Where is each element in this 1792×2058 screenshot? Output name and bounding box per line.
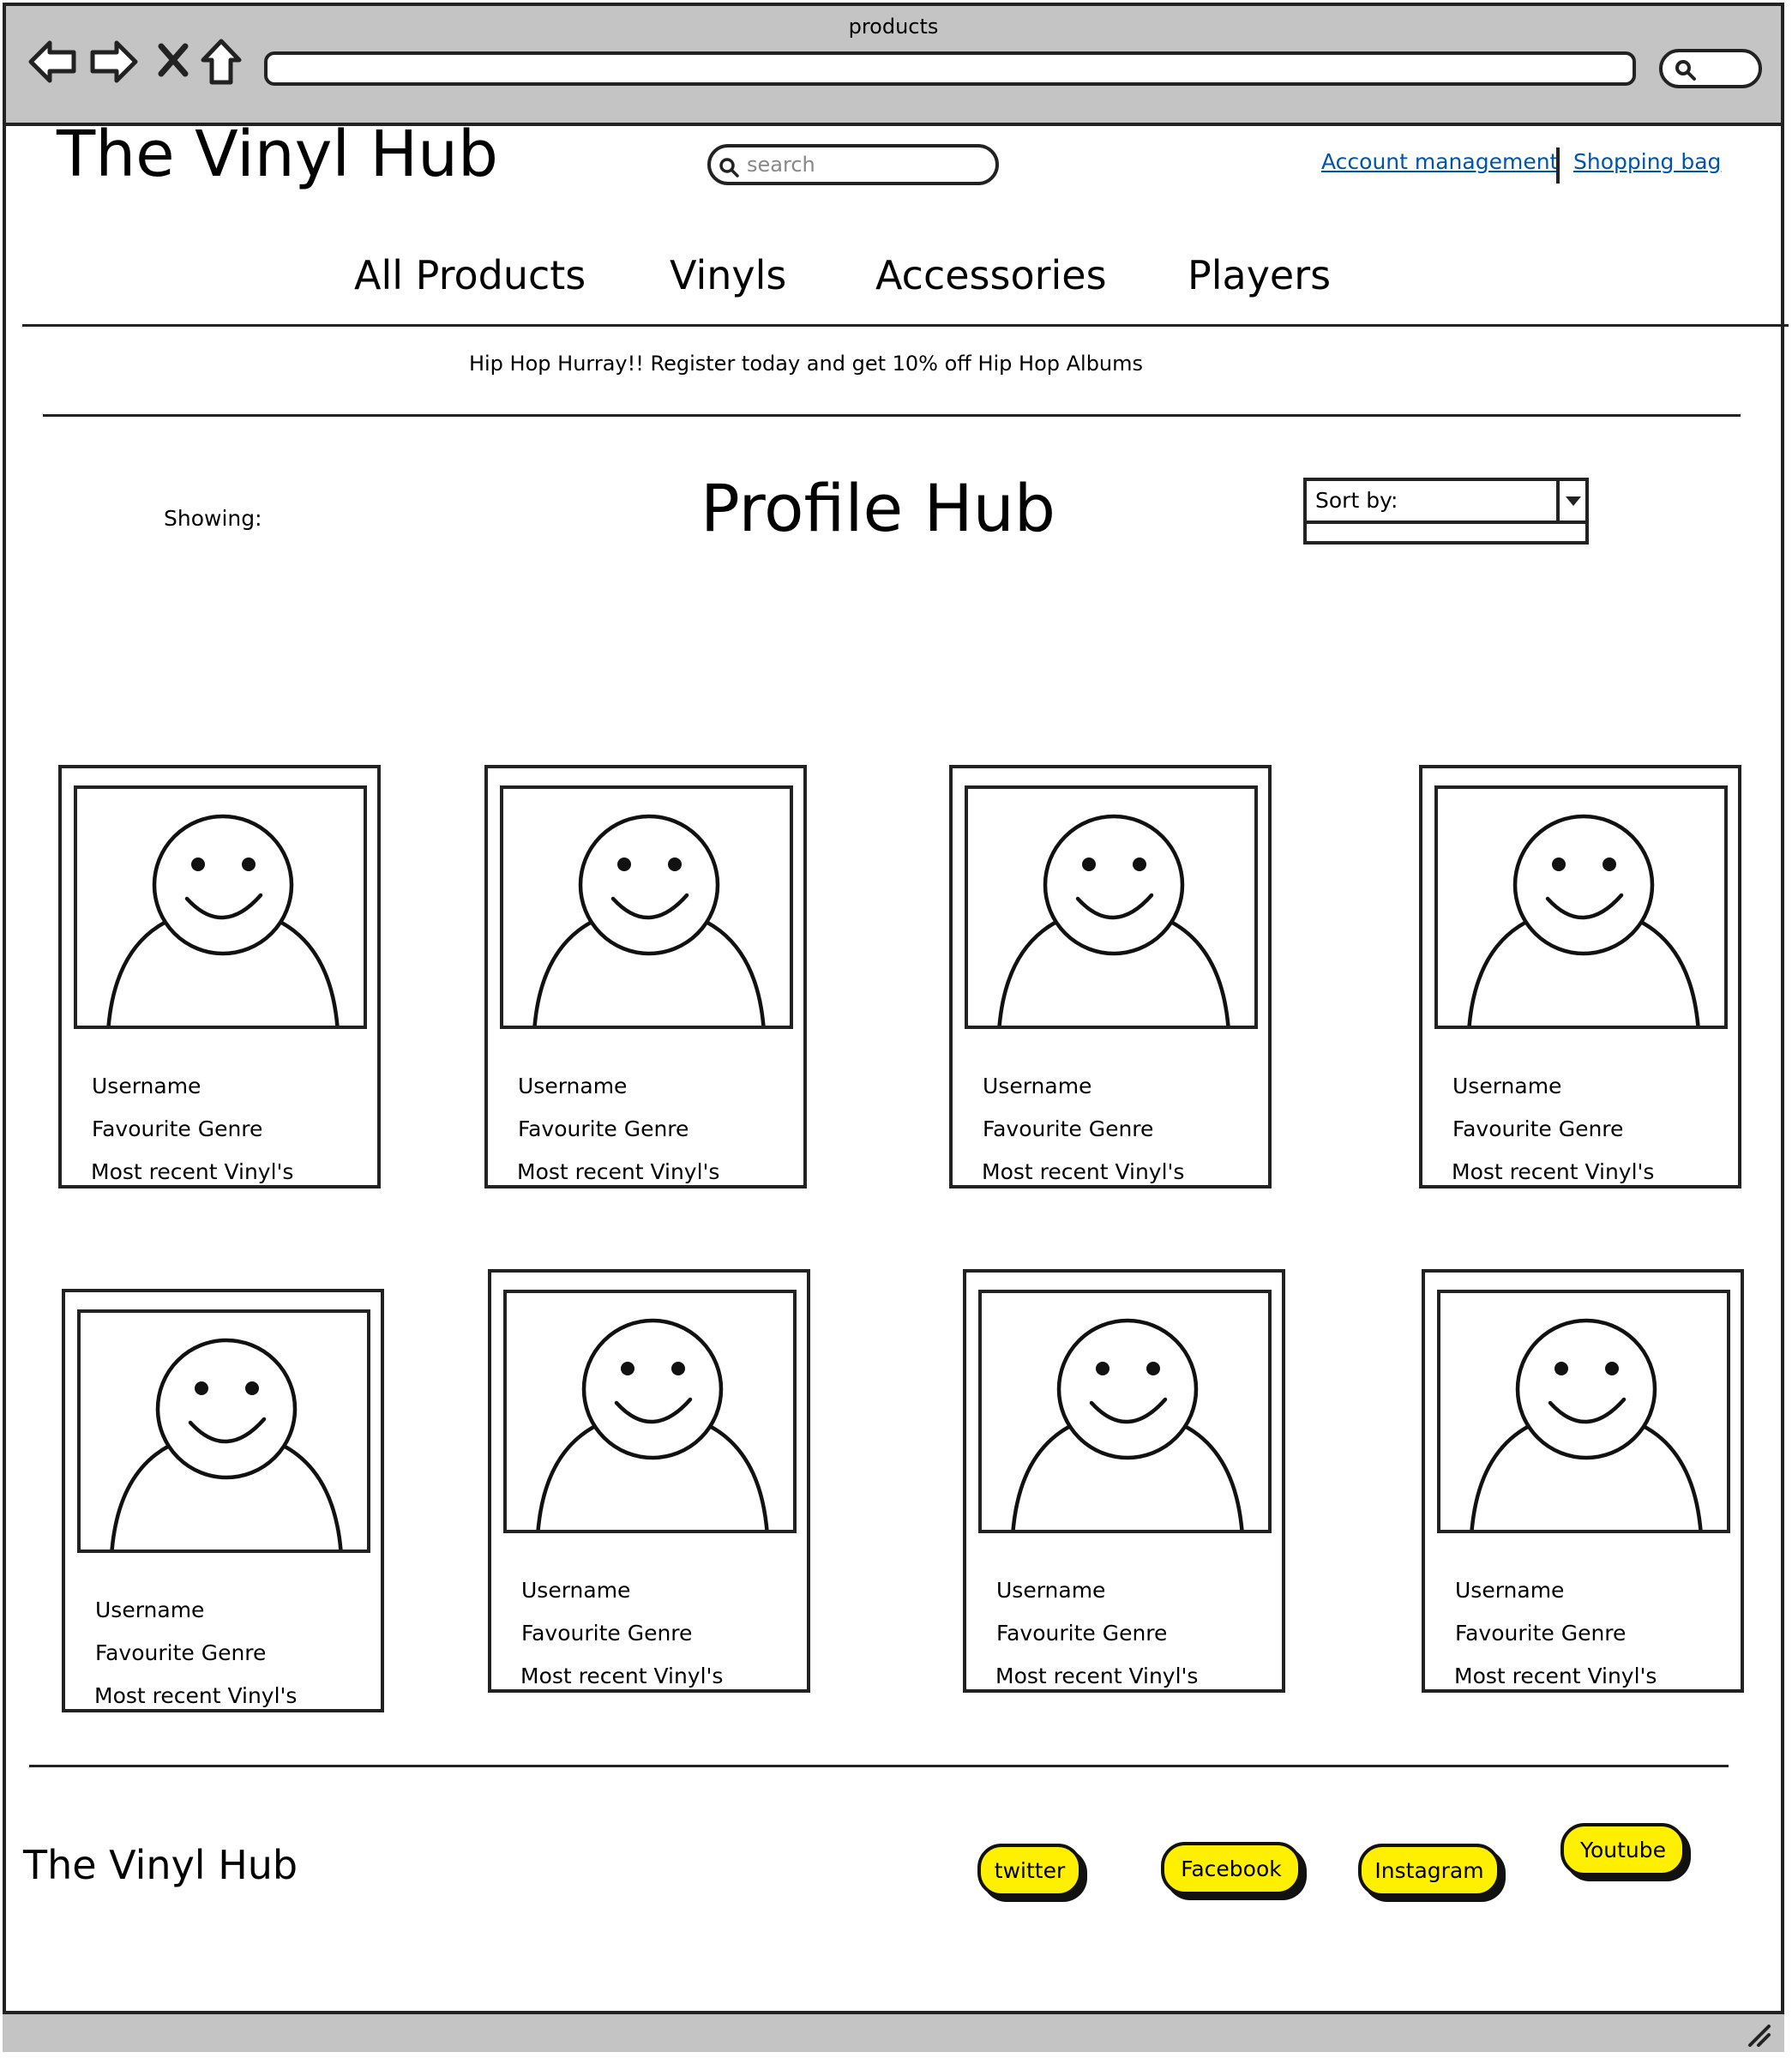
sort-select[interactable]: Sort by:: [1307, 481, 1585, 524]
home-icon[interactable]: [200, 38, 243, 89]
profile-genre: Favourite Genre: [518, 1116, 689, 1141]
footer-logo[interactable]: The Vinyl Hub: [23, 1842, 298, 1888]
search-input[interactable]: search: [707, 144, 999, 185]
nav-accessories[interactable]: Accessories: [875, 252, 1107, 298]
profile-recent-vinyls: Most recent Vinyl's: [91, 1159, 294, 1184]
avatar-placeholder: [1434, 785, 1728, 1029]
close-x-icon[interactable]: [158, 43, 189, 81]
profile-card[interactable]: Username Favourite Genre Most recent Vin…: [1422, 1269, 1744, 1693]
profile-genre: Favourite Genre: [95, 1640, 267, 1665]
user-avatar-icon: [536, 1318, 769, 1530]
avatar-placeholder: [500, 785, 793, 1029]
avatar-placeholder: [77, 1309, 370, 1553]
profile-username: Username: [983, 1074, 1092, 1098]
shopping-bag-link[interactable]: Shopping bag: [1573, 149, 1721, 174]
avatar-placeholder: [503, 1290, 797, 1533]
link-divider: [1556, 147, 1560, 184]
profile-username: Username: [95, 1598, 205, 1622]
sort-dropdown[interactable]: Sort by:: [1303, 478, 1589, 545]
resize-grip-icon[interactable]: [1747, 2023, 1772, 2047]
avatar-placeholder: [965, 785, 1258, 1029]
twitter-button[interactable]: twitter: [977, 1844, 1082, 1897]
profile-username: Username: [521, 1578, 631, 1603]
profile-genre: Favourite Genre: [521, 1621, 693, 1646]
back-arrow-icon[interactable]: [27, 38, 77, 89]
window-title: products: [848, 15, 939, 39]
user-avatar-icon: [1467, 814, 1700, 1026]
nav-players[interactable]: Players: [1188, 252, 1331, 298]
profile-username: Username: [996, 1578, 1106, 1603]
profile-genre: Favourite Genre: [92, 1116, 263, 1141]
account-management-link[interactable]: Account management: [1321, 149, 1558, 174]
profile-genre: Favourite Genre: [996, 1621, 1168, 1646]
profile-username: Username: [92, 1074, 201, 1098]
user-avatar-icon: [1470, 1318, 1703, 1530]
facebook-button[interactable]: Facebook: [1161, 1842, 1302, 1895]
profile-username: Username: [1452, 1074, 1562, 1098]
avatar-placeholder: [1437, 1290, 1730, 1533]
browser-search-button[interactable]: [1659, 49, 1762, 88]
user-avatar-icon: [997, 814, 1230, 1026]
promo-banner[interactable]: Hip Hop Hurray!! Register today and get …: [0, 352, 1612, 376]
site-logo[interactable]: The Vinyl Hub: [57, 119, 498, 190]
nav-all-products[interactable]: All Products: [354, 252, 586, 298]
profile-genre: Favourite Genre: [1452, 1116, 1624, 1141]
profile-genre: Favourite Genre: [983, 1116, 1154, 1141]
profile-recent-vinyls: Most recent Vinyl's: [517, 1159, 720, 1184]
profile-recent-vinyls: Most recent Vinyl's: [520, 1664, 724, 1688]
search-icon: [1675, 60, 1696, 81]
youtube-button[interactable]: Youtube: [1560, 1823, 1686, 1876]
chevron-down-icon[interactable]: [1556, 481, 1585, 521]
footer-divider: [29, 1765, 1729, 1767]
address-bar[interactable]: [264, 51, 1636, 86]
profile-username: Username: [518, 1074, 628, 1098]
avatar-placeholder: [978, 1290, 1272, 1533]
profile-card[interactable]: Username Favourite Genre Most recent Vin…: [488, 1269, 810, 1693]
profile-card[interactable]: Username Favourite Genre Most recent Vin…: [1419, 765, 1741, 1188]
user-avatar-icon: [532, 814, 766, 1026]
profile-card[interactable]: Username Favourite Genre Most recent Vin…: [963, 1269, 1285, 1693]
avatar-placeholder: [74, 785, 367, 1029]
profile-card[interactable]: Username Favourite Genre Most recent Vin…: [484, 765, 807, 1188]
status-bar: [3, 2011, 1784, 2052]
user-avatar-icon: [1011, 1318, 1244, 1530]
profile-genre: Favourite Genre: [1455, 1621, 1627, 1646]
forward-arrow-icon[interactable]: [89, 38, 139, 89]
nav-vinyls[interactable]: Vinyls: [670, 252, 786, 298]
profile-recent-vinyls: Most recent Vinyl's: [94, 1683, 298, 1708]
profile-recent-vinyls: Most recent Vinyl's: [982, 1159, 1185, 1184]
profile-card[interactable]: Username Favourite Genre Most recent Vin…: [949, 765, 1272, 1188]
profile-username: Username: [1455, 1578, 1565, 1603]
profile-card[interactable]: Username Favourite Genre Most recent Vin…: [58, 765, 381, 1188]
user-avatar-icon: [106, 814, 340, 1026]
profile-recent-vinyls: Most recent Vinyl's: [1454, 1664, 1657, 1688]
profile-recent-vinyls: Most recent Vinyl's: [1452, 1159, 1655, 1184]
user-avatar-icon: [110, 1338, 343, 1550]
profile-card[interactable]: Username Favourite Genre Most recent Vin…: [62, 1289, 384, 1712]
search-icon: [719, 158, 739, 178]
sort-label: Sort by:: [1315, 488, 1398, 513]
nav-divider: [22, 324, 1789, 327]
search-placeholder: search: [747, 153, 815, 177]
profile-recent-vinyls: Most recent Vinyl's: [995, 1664, 1199, 1688]
promo-divider: [43, 414, 1741, 417]
instagram-button[interactable]: Instagram: [1358, 1844, 1500, 1897]
